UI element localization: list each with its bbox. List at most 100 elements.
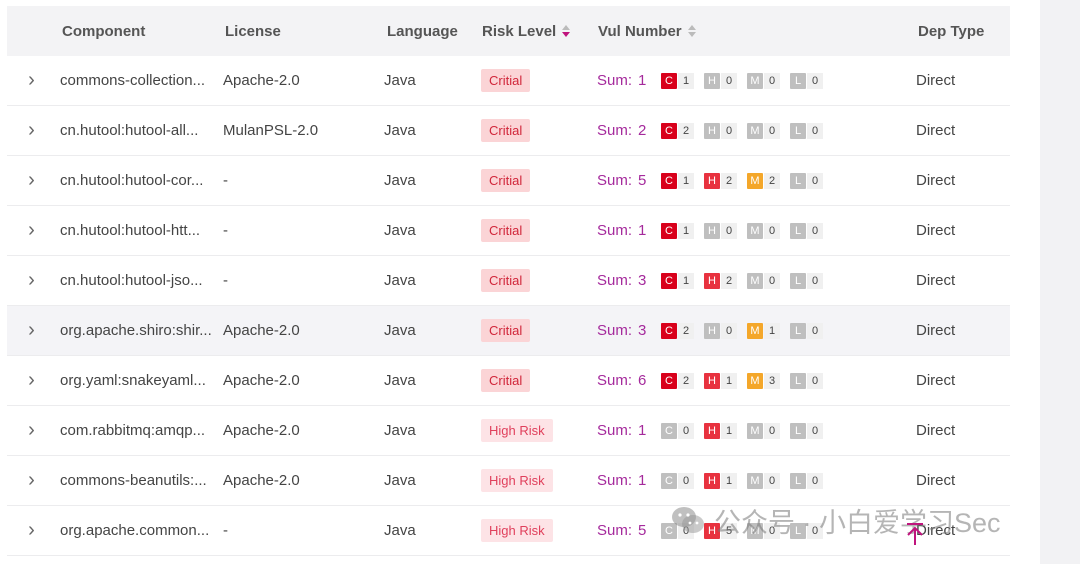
language-value: Java	[384, 272, 416, 289]
expand-row-button[interactable]: ›	[7, 269, 54, 292]
language-value: Java	[384, 472, 416, 489]
license-value: Apache-2.0	[223, 322, 300, 339]
low-severity-label: L	[790, 172, 806, 189]
critical-count-badge: C2	[661, 122, 694, 139]
high-severity-label: H	[704, 72, 720, 89]
sort-icon[interactable]	[687, 25, 696, 37]
chevron-right-icon: ›	[28, 169, 35, 191]
high-count: 5	[721, 522, 737, 539]
vul-sum-label: Sum:	[597, 72, 633, 89]
risk-level-cell: Critial	[481, 169, 597, 192]
table-row[interactable]: › com.rabbitmq:amqp... Apache-2.0 Java High …	[7, 406, 1010, 456]
critical-count: 1	[678, 222, 694, 239]
critical-count: 1	[678, 272, 694, 289]
component-name[interactable]: org.yaml:snakeyaml...	[54, 372, 219, 389]
component-name[interactable]: com.rabbitmq:amqp...	[54, 422, 219, 439]
vul-sum-value: 1	[638, 72, 647, 89]
table-row[interactable]: › org.yaml:snakeyaml... Apache-2.0 Java Crit…	[7, 356, 1010, 406]
component-name[interactable]: org.apache.common...	[54, 522, 219, 539]
component-name[interactable]: commons-beanutils:...	[54, 472, 219, 489]
risk-level-cell: Critial	[481, 219, 597, 242]
vul-number-cell: Sum: 1 C 0 H 1 M 0 L 0	[597, 472, 916, 489]
risk-level-column-header[interactable]: Risk Level	[481, 23, 597, 40]
table-row[interactable]: › org.apache.common... - Java High Risk Sum: 5…	[7, 506, 1010, 556]
critical-severity-label: C	[661, 322, 677, 339]
expand-row-button[interactable]: ›	[7, 469, 54, 492]
critical-count: 0	[678, 472, 694, 489]
table-row[interactable]: › cn.hutool:hutool-all... MulanPSL-2.0 Java…	[7, 106, 1010, 156]
table-row[interactable]: › commons-collection... Apache-2.0 Java Crit…	[7, 56, 1010, 106]
vul-number-cell: Sum: 1 C 1 H 0 M 0 L 0	[597, 72, 916, 89]
vul-sum: Sum: 1	[597, 472, 661, 489]
medium-count-badge: M0	[747, 272, 780, 289]
risk-level-cell: Critial	[481, 269, 597, 292]
medium-count-badge: M0	[747, 72, 780, 89]
expand-row-button[interactable]: ›	[7, 69, 54, 92]
table-header: Component License Language Risk Level Vu…	[7, 6, 1010, 56]
low-count-badge: L0	[790, 122, 823, 139]
language-column-header: Language	[387, 22, 458, 40]
critical-severity-label: C	[661, 522, 677, 539]
expand-row-button[interactable]: ›	[7, 119, 54, 142]
dep-type-value: Direct	[916, 72, 956, 89]
license-value: -	[223, 522, 228, 539]
table-row[interactable]: › commons-beanutils:... Apache-2.0 Java High…	[7, 456, 1010, 506]
critical-count-badge: C0	[661, 472, 694, 489]
component-name[interactable]: cn.hutool:hutool-jso...	[54, 272, 219, 289]
medium-count: 0	[764, 522, 780, 539]
medium-count: 3	[764, 372, 780, 389]
critical-count-badge: C0	[661, 522, 694, 539]
vul-sum-label: Sum:	[597, 522, 633, 539]
low-count-badge: L0	[790, 372, 823, 389]
chevron-right-icon: ›	[28, 269, 35, 291]
expand-row-button[interactable]: ›	[7, 319, 54, 342]
vul-sum: Sum: 1	[597, 72, 661, 89]
high-count-badge: H1	[704, 472, 737, 489]
scroll-to-top-button[interactable]	[898, 514, 932, 554]
risk-level-cell: Critial	[481, 119, 597, 142]
expand-row-button[interactable]: ›	[7, 219, 54, 242]
expand-row-button[interactable]: ›	[7, 519, 54, 542]
risk-level-tag: Critial	[481, 219, 531, 242]
component-name[interactable]: commons-collection...	[54, 72, 219, 89]
vul-sum-label: Sum:	[597, 322, 633, 339]
low-severity-label: L	[790, 72, 806, 89]
component-name[interactable]: org.apache.shiro:shir...	[54, 322, 219, 339]
language-value: Java	[384, 222, 416, 239]
dep-type-value: Direct	[916, 222, 956, 239]
medium-count-badge: M0	[747, 122, 780, 139]
low-count: 0	[807, 472, 823, 489]
vul-sum: Sum: 2	[597, 122, 661, 139]
table-row[interactable]: › cn.hutool:hutool-htt... - Java Critial Sum:…	[7, 206, 1010, 256]
critical-count-badge: C1	[661, 72, 694, 89]
component-name[interactable]: cn.hutool:hutool-all...	[54, 122, 219, 139]
dep-type-value: Direct	[916, 472, 956, 489]
risk-level-cell: Critial	[481, 369, 597, 392]
low-severity-label: L	[790, 322, 806, 339]
expand-row-button[interactable]: ›	[7, 369, 54, 392]
table-row[interactable]: › cn.hutool:hutool-jso... - Java Critial Sum:…	[7, 256, 1010, 306]
license-value: Apache-2.0	[223, 72, 300, 89]
risk-level-tag: Critial	[481, 119, 531, 142]
critical-count: 1	[678, 172, 694, 189]
component-name[interactable]: cn.hutool:hutool-htt...	[54, 222, 219, 239]
critical-severity-label: C	[661, 372, 677, 389]
expand-row-button[interactable]: ›	[7, 169, 54, 192]
critical-count: 2	[678, 322, 694, 339]
vul-sum-value: 1	[638, 222, 647, 239]
component-name[interactable]: cn.hutool:hutool-cor...	[54, 172, 219, 189]
vul-number-column-header[interactable]: Vul Number	[597, 23, 916, 40]
medium-severity-label: M	[747, 472, 763, 489]
sort-icon[interactable]	[562, 25, 571, 37]
vul-number-cell: Sum: 1 C 0 H 1 M 0 L 0	[597, 422, 916, 439]
expand-row-button[interactable]: ›	[7, 419, 54, 442]
vul-sum-label: Sum:	[597, 472, 633, 489]
table-row[interactable]: › cn.hutool:hutool-cor... - Java Critial Sum:…	[7, 156, 1010, 206]
high-count: 1	[721, 372, 737, 389]
table-body: › commons-collection... Apache-2.0 Java Crit…	[7, 56, 1010, 556]
risk-level-tag: Critial	[481, 269, 531, 292]
high-count-badge: H1	[704, 372, 737, 389]
high-count: 2	[721, 172, 737, 189]
table-row[interactable]: › org.apache.shiro:shir... Apache-2.0 Java C…	[7, 306, 1010, 356]
high-count-badge: H0	[704, 122, 737, 139]
